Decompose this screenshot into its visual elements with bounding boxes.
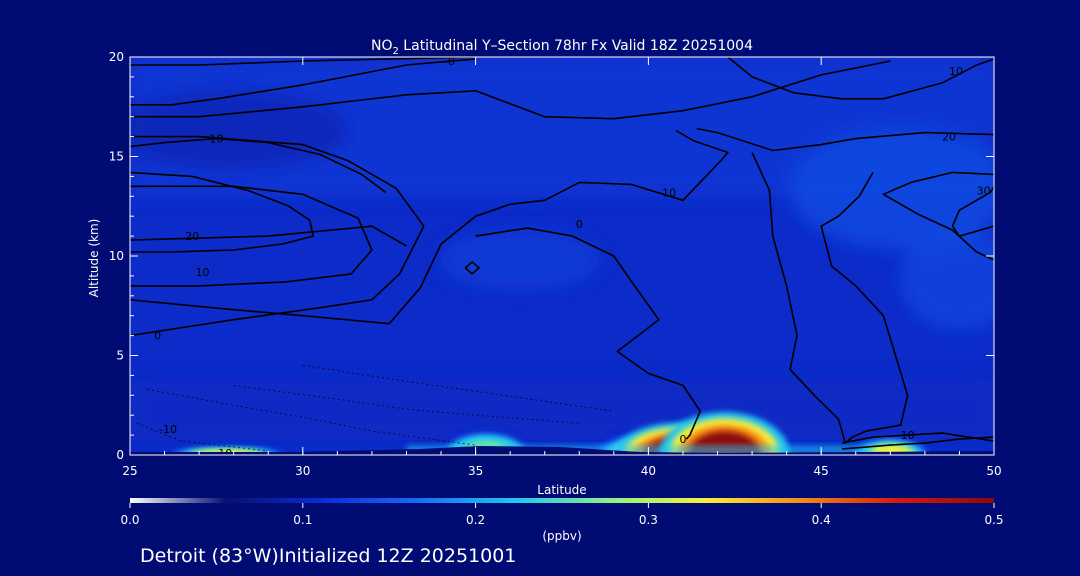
mid-center-patch xyxy=(440,230,600,290)
colorbar-tick-label: 0.3 xyxy=(639,513,658,527)
chart-title-prefix: NO xyxy=(371,38,393,54)
contour-label-13: 0 xyxy=(679,433,686,446)
mid-right-patch xyxy=(900,230,994,330)
cross-section-chart: NO2 Latitudinal Y–Section 78hr Fx Valid … xyxy=(87,38,1004,567)
contour-label-6: 10 xyxy=(196,266,210,279)
plot-area: 01010 203020100100-10-10100 xyxy=(130,57,994,455)
contour-label-1: 10 xyxy=(949,65,963,78)
contour-label-12: 10 xyxy=(901,429,915,442)
colorbar-units-label: (ppbv) xyxy=(542,529,581,543)
upper-left-patch xyxy=(130,90,350,170)
colorbar-tick-label: 0.2 xyxy=(466,513,485,527)
y-axis-label: Altitude (km) xyxy=(87,219,101,298)
contour-label-10: -10 xyxy=(159,423,177,436)
x-tick-label: 30 xyxy=(295,464,310,478)
contour-label-8: 10 xyxy=(662,186,676,199)
x-tick-label: 35 xyxy=(468,464,483,478)
footer-location-text: Detroit (83°W)Initialized 12Z 20251001 xyxy=(140,545,516,567)
y-tick-label: 10 xyxy=(109,249,124,263)
colorbar-tick-label: 0.1 xyxy=(293,513,312,527)
x-tick-label: 45 xyxy=(814,464,829,478)
x-tick-label: 40 xyxy=(641,464,656,478)
contour-label-9: 0 xyxy=(154,330,161,343)
x-tick-label: 25 xyxy=(122,464,137,478)
contour-label-7: 0 xyxy=(576,218,583,231)
x-tick-label: 50 xyxy=(986,464,1001,478)
colorbar-tick-label: 0.0 xyxy=(120,513,139,527)
chart-title-suffix: Latitudinal Y–Section 78hr Fx Valid 18Z … xyxy=(399,38,753,54)
colorbar-ticks: 0.0 0.1 0.2 0.3 0.4 0.5 xyxy=(120,503,1004,527)
contour-label-5: 20 xyxy=(185,230,199,243)
y-tick-label: 20 xyxy=(109,50,124,64)
colorbar-tick-label: 0.4 xyxy=(812,513,831,527)
contour-label-3: 20 xyxy=(942,131,956,144)
y-tick-label: 0 xyxy=(116,448,124,462)
y-tick-label: 5 xyxy=(116,349,124,363)
contour-label-2: 10 xyxy=(209,133,223,146)
x-axis-label: Latitude xyxy=(537,483,586,497)
y-tick-label: 15 xyxy=(109,150,124,164)
contour-label-4: 30 xyxy=(977,184,991,197)
chart-title: NO2 Latitudinal Y–Section 78hr Fx Valid … xyxy=(371,38,753,57)
colorbar-tick-label: 0.5 xyxy=(984,513,1003,527)
colorbar xyxy=(130,498,994,503)
